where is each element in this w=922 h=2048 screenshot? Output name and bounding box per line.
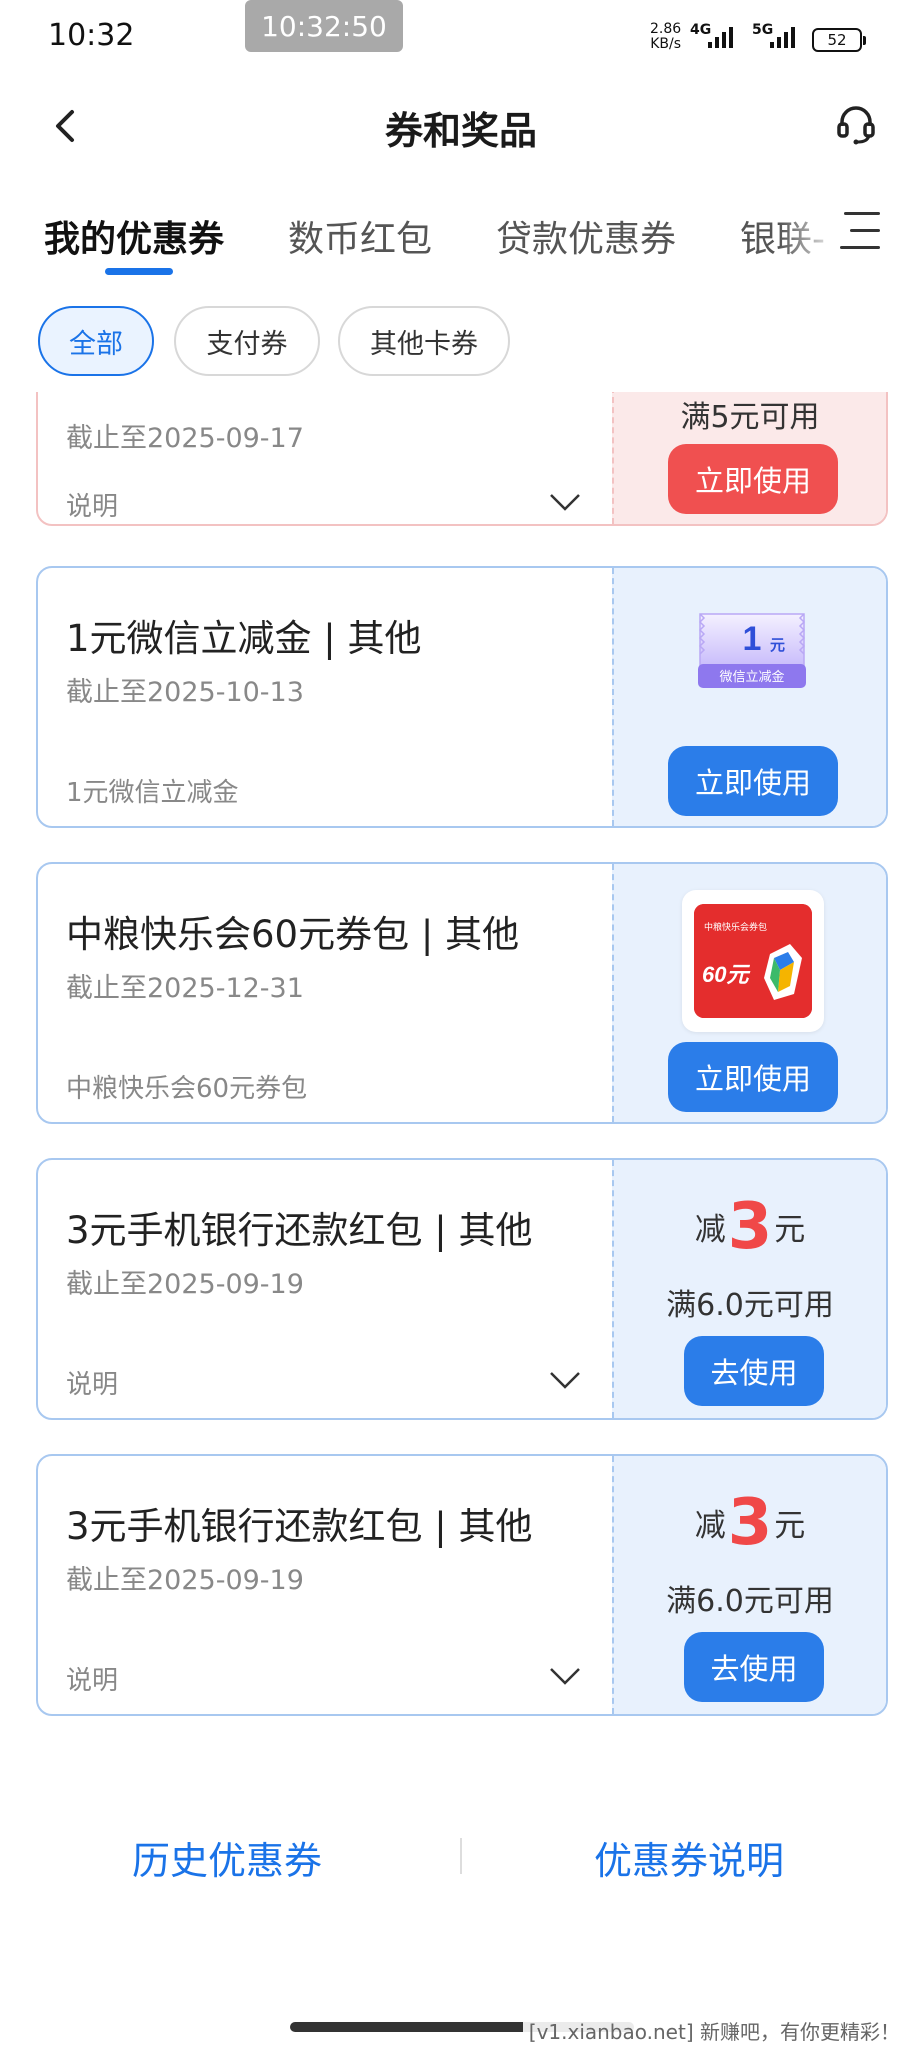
headset-icon[interactable] (834, 102, 878, 146)
status-bar: 10:32 10:32:50 2.86 KB/s 4G 5G 52 (0, 0, 922, 80)
reduce-amount: 3 (727, 1190, 773, 1264)
coupon-condition: 满6.0元可用 (666, 1584, 834, 1619)
network-speed-unit: KB/s (650, 36, 681, 52)
wechat-coupon-image: 1 元 微信立减金 (698, 613, 806, 688)
coupon-card: 1元微信立减金 | 其他 截止至2025-10-13 1元微信立减金 1 元 微… (36, 566, 888, 828)
coupon-expire: 截止至2025-12-31 (66, 973, 304, 1004)
tab-bar: 我的优惠券 数币红包 贷款优惠券 银联- (0, 200, 922, 280)
wechat-coupon-amount: 1 (743, 620, 762, 658)
coupon-title: 中粮快乐会60元券包 | 其他 (66, 913, 520, 956)
reduce-unit: 元 (774, 1212, 806, 1248)
coupon-desc-toggle[interactable]: 说明 (66, 486, 118, 523)
filter-payment[interactable]: 支付券 (174, 306, 320, 376)
header: 券和奖品 (0, 88, 922, 168)
footer-divider (460, 1838, 462, 1874)
use-now-button[interactable]: 立即使用 (668, 1042, 838, 1112)
filter-other[interactable]: 其他卡券 (338, 306, 510, 376)
footer-links: 历史优惠券 优惠券说明 (0, 1818, 922, 1898)
history-coupons-link[interactable]: 历史优惠券 (132, 1830, 322, 1885)
chevron-down-icon[interactable] (548, 1666, 582, 1686)
wechat-coupon-unit: 元 (770, 636, 785, 654)
coupon-card: 中粮快乐会60元券包 | 其他 截止至2025-12-31 中粮快乐会60元券包… (36, 862, 888, 1124)
tab-my-coupons[interactable]: 我的优惠券 (44, 210, 224, 262)
use-now-button[interactable]: 立即使用 (668, 444, 838, 514)
tab-indicator (105, 268, 173, 275)
coupon-explain-link[interactable]: 优惠券说明 (594, 1830, 784, 1885)
coupon-desc: 中粮快乐会60元券包 (66, 1074, 308, 1104)
coupon-desc: 1元微信立减金 (66, 778, 239, 808)
reduce-prefix: 减 (694, 1508, 726, 1544)
cofco-coupon-graphic: 中粮快乐会券包 60元 (694, 904, 812, 1018)
coupon-card: 3元手机银行还款红包 | 其他 截止至2025-09-19 说明 减3元 满6.… (36, 1158, 888, 1420)
status-time: 10:32 (48, 18, 135, 53)
coupon-title: 3元手机银行还款红包 | 其他 (66, 1505, 533, 1548)
coupon-card: 截止至2025-09-17 说明 满5元可用 立即使用 (36, 392, 888, 526)
tab-loan-coupons[interactable]: 贷款优惠券 (496, 210, 676, 262)
go-use-button[interactable]: 去使用 (684, 1632, 824, 1702)
battery-icon: 52 (812, 28, 866, 52)
network-speed: 2.86 KB/s (650, 22, 681, 52)
coupon-reduce: 减3元 (614, 1486, 886, 1560)
recording-timer: 10:32:50 (245, 0, 403, 52)
coupon-expire: 截止至2025-09-19 (66, 1269, 304, 1300)
coupon-expire: 截止至2025-10-13 (66, 677, 304, 708)
page-title: 券和奖品 (384, 109, 537, 153)
coupon-card: 3元手机银行还款红包 | 其他 截止至2025-09-19 说明 减3元 满6.… (36, 1454, 888, 1716)
filter-all[interactable]: 全部 (38, 306, 154, 376)
use-now-button[interactable]: 立即使用 (668, 746, 838, 816)
reduce-prefix: 减 (694, 1212, 726, 1248)
coupon-condition: 满6.0元可用 (666, 1288, 834, 1323)
reduce-amount: 3 (727, 1486, 773, 1560)
signal-icon (708, 27, 733, 48)
coupon-title: 1元微信立减金 | 其他 (66, 617, 422, 660)
coupon-condition: 满5元可用 (680, 400, 820, 435)
tab-digital-red-packet[interactable]: 数币红包 (288, 210, 432, 262)
wechat-coupon-caption: 微信立减金 (719, 669, 784, 685)
chevron-down-icon[interactable] (548, 492, 582, 512)
watermark: [v1.xianbao.net] 新赚吧，有你更精彩！ (522, 2014, 906, 2047)
tab-fade (780, 200, 840, 270)
coupon-desc-toggle[interactable]: 说明 (66, 1364, 118, 1401)
coupon-reduce: 减3元 (614, 1190, 886, 1264)
coupon-expire: 截止至2025-09-17 (66, 423, 304, 454)
coupon-title: 3元手机银行还款红包 | 其他 (66, 1209, 533, 1252)
signal-icon-2 (770, 27, 795, 48)
coupon-desc-toggle[interactable]: 说明 (66, 1660, 118, 1697)
coupon-list[interactable]: 截止至2025-09-17 说明 满5元可用 立即使用 1元微信立减金 | 其他… (0, 392, 922, 1732)
coupon-expire: 截止至2025-09-19 (66, 1565, 304, 1596)
cofco-coupon-amount: 60元 (702, 962, 750, 987)
network-speed-value: 2.86 (650, 21, 682, 37)
cofco-coupon-image: 中粮快乐会券包 60元 (682, 890, 824, 1032)
go-use-button[interactable]: 去使用 (684, 1336, 824, 1406)
chevron-down-icon[interactable] (548, 1370, 582, 1390)
cofco-coupon-caption: 中粮快乐会券包 (704, 921, 767, 933)
reduce-unit: 元 (774, 1508, 806, 1544)
menu-icon[interactable] (840, 212, 882, 252)
